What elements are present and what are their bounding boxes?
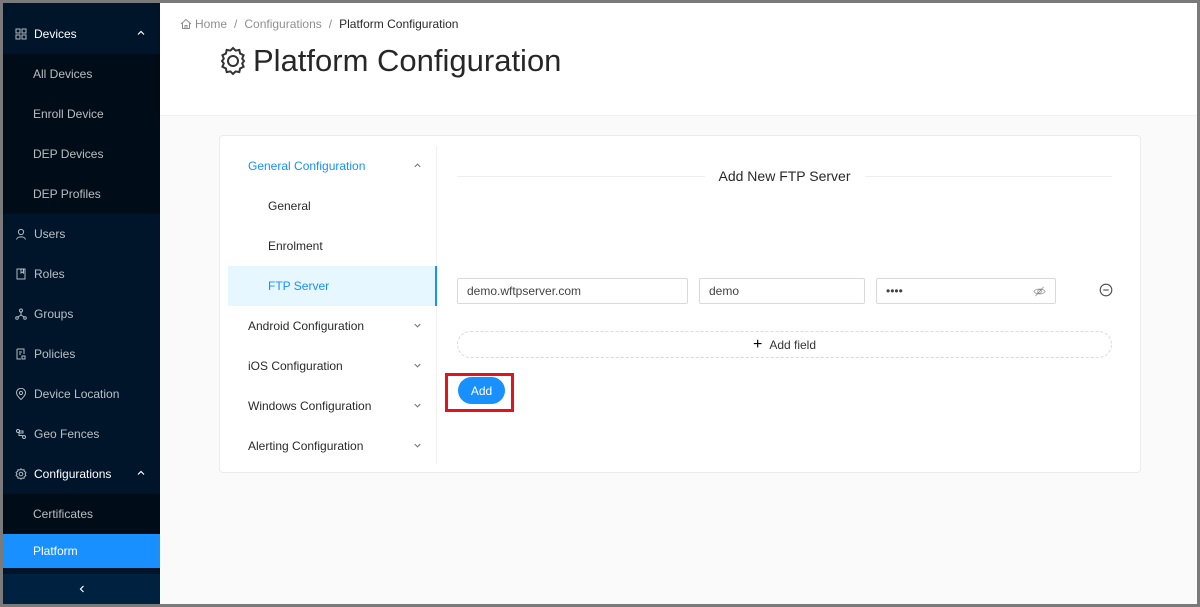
sidebar-item-label: Policies [34, 347, 76, 361]
sidebar-item-platform[interactable]: Platform [3, 534, 160, 568]
breadcrumb-configurations-link[interactable]: Configurations [244, 17, 321, 31]
chevron-up-icon [137, 470, 145, 475]
breadcrumb-separator: / [234, 17, 238, 31]
menu-item-ftp-server[interactable]: FTP Server [228, 266, 437, 306]
devices-submenu: All Devices Enroll Device DEP Devices DE… [3, 54, 160, 214]
chevron-down-icon [414, 443, 421, 448]
menu-item-label: Enrolment [268, 239, 323, 253]
main-content: General Configuration General Enrolment … [160, 116, 1197, 604]
menu-group-ios-configuration[interactable]: iOS Configuration [228, 346, 436, 386]
chevron-left-icon [79, 585, 84, 593]
setting-icon [15, 468, 27, 480]
sidebar-item-label: Device Location [34, 387, 120, 401]
sidebar-item-policies[interactable]: Policies [3, 334, 160, 374]
sidebar-item-label: Roles [34, 267, 65, 281]
sidebar: Devices All Devices Enroll Device DEP De… [3, 3, 160, 604]
devices-grid-icon [15, 28, 27, 40]
page-header: Home / Configurations / Platform Configu… [160, 3, 1197, 116]
menu-group-alerting-configuration[interactable]: Alerting Configuration [228, 426, 436, 466]
page-title: Platform Configuration [217, 43, 561, 79]
menu-group-windows-configuration[interactable]: Windows Configuration [228, 386, 436, 426]
sidebar-item-label: All Devices [33, 67, 93, 81]
page-title-text: Platform Configuration [253, 43, 562, 78]
chevron-up-icon [414, 163, 421, 168]
ftp-password-input[interactable] [886, 284, 1026, 298]
sidebar-item-groups[interactable]: Groups [3, 294, 160, 334]
ftp-server-form: Add New FTP Server + [445, 136, 1113, 472]
menu-group-android-configuration[interactable]: Android Configuration [228, 306, 436, 346]
add-field-label: Add field [769, 337, 817, 352]
user-icon [15, 228, 27, 240]
sidebar-item-label: Geo Fences [34, 427, 100, 441]
eye-invisible-icon[interactable] [1033, 285, 1046, 298]
menu-item-enrolment[interactable]: Enrolment [228, 226, 436, 266]
chevron-up-icon [137, 30, 145, 35]
sidebar-item-label: Users [34, 227, 66, 241]
plus-icon: + [752, 335, 763, 353]
sidebar-item-label: Configurations [34, 467, 112, 481]
breadcrumb-separator: / [328, 17, 333, 31]
sidebar-item-label: Platform [33, 544, 78, 558]
platform-config-card: General Configuration General Enrolment … [219, 135, 1141, 473]
sidebar-item-label: Certificates [33, 507, 94, 521]
chevron-down-icon [414, 403, 421, 408]
setting-icon [220, 46, 246, 76]
sidebar-item-label: DEP Devices [33, 147, 104, 161]
menu-group-label: Android Configuration [248, 319, 365, 333]
menu-item-label: General [268, 199, 311, 213]
divider-line [457, 175, 705, 177]
ftp-host-field[interactable] [457, 278, 688, 304]
add-field-button[interactable]: + Add field [457, 331, 1112, 358]
chevron-down-icon [414, 323, 421, 328]
location-icon [15, 388, 27, 400]
sidebar-item-all-devices[interactable]: All Devices [3, 54, 160, 94]
ftp-username-input[interactable] [709, 284, 855, 298]
file-protect-icon [15, 348, 27, 360]
menu-group-label: Windows Configuration [248, 399, 372, 413]
menu-group-general-configuration[interactable]: General Configuration [228, 146, 436, 186]
minus-circle-icon[interactable] [1099, 283, 1113, 297]
ftp-host-input[interactable] [467, 284, 678, 298]
sidebar-item-geo-fences[interactable]: Geo Fences [3, 414, 160, 454]
sidebar-item-label: Groups [34, 307, 74, 321]
sidebar-item-configurations[interactable]: Configurations [3, 454, 160, 494]
breadcrumb-home-link[interactable]: Home [195, 17, 227, 31]
menu-item-label: FTP Server [268, 279, 330, 293]
config-menu: General Configuration General Enrolment … [228, 146, 437, 464]
sidebar-item-label: DEP Profiles [33, 187, 101, 201]
menu-group-label: iOS Configuration [248, 359, 343, 373]
ftp-password-field[interactable] [876, 278, 1056, 304]
breadcrumb-current: Platform Configuration [339, 17, 459, 31]
section-title: Add New FTP Server [718, 168, 851, 184]
sidebar-item-users[interactable]: Users [3, 214, 160, 254]
app-window: Devices All Devices Enroll Device DEP De… [3, 3, 1197, 604]
add-button[interactable]: Add [458, 377, 505, 404]
cluster-icon [15, 308, 27, 320]
section-divider: Add New FTP Server [457, 168, 1113, 184]
menu-group-label: Alerting Configuration [248, 439, 364, 453]
menu-group-label: General Configuration [248, 159, 366, 173]
sidebar-item-certificates[interactable]: Certificates [3, 494, 160, 534]
configurations-submenu: Certificates Platform [3, 494, 160, 568]
menu-item-general[interactable]: General [228, 186, 436, 226]
sidebar-item-label: Enroll Device [33, 107, 104, 121]
sidebar-item-label: Devices [34, 27, 77, 41]
breadcrumb: Home / Configurations / Platform Configu… [180, 17, 458, 31]
sidebar-item-enroll-device[interactable]: Enroll Device [3, 94, 160, 134]
sidebar-collapse-button[interactable] [3, 574, 160, 604]
ftp-username-field[interactable] [699, 278, 865, 304]
book-icon [15, 268, 27, 280]
home-icon [180, 18, 192, 29]
gateway-icon [15, 428, 27, 440]
sidebar-item-dep-profiles[interactable]: DEP Profiles [3, 174, 160, 214]
sidebar-item-dep-devices[interactable]: DEP Devices [3, 134, 160, 174]
sidebar-item-roles[interactable]: Roles [3, 254, 160, 294]
chevron-down-icon [414, 363, 421, 368]
divider-line [864, 175, 1113, 177]
sidebar-item-devices[interactable]: Devices [3, 14, 160, 54]
sidebar-item-device-location[interactable]: Device Location [3, 374, 160, 414]
